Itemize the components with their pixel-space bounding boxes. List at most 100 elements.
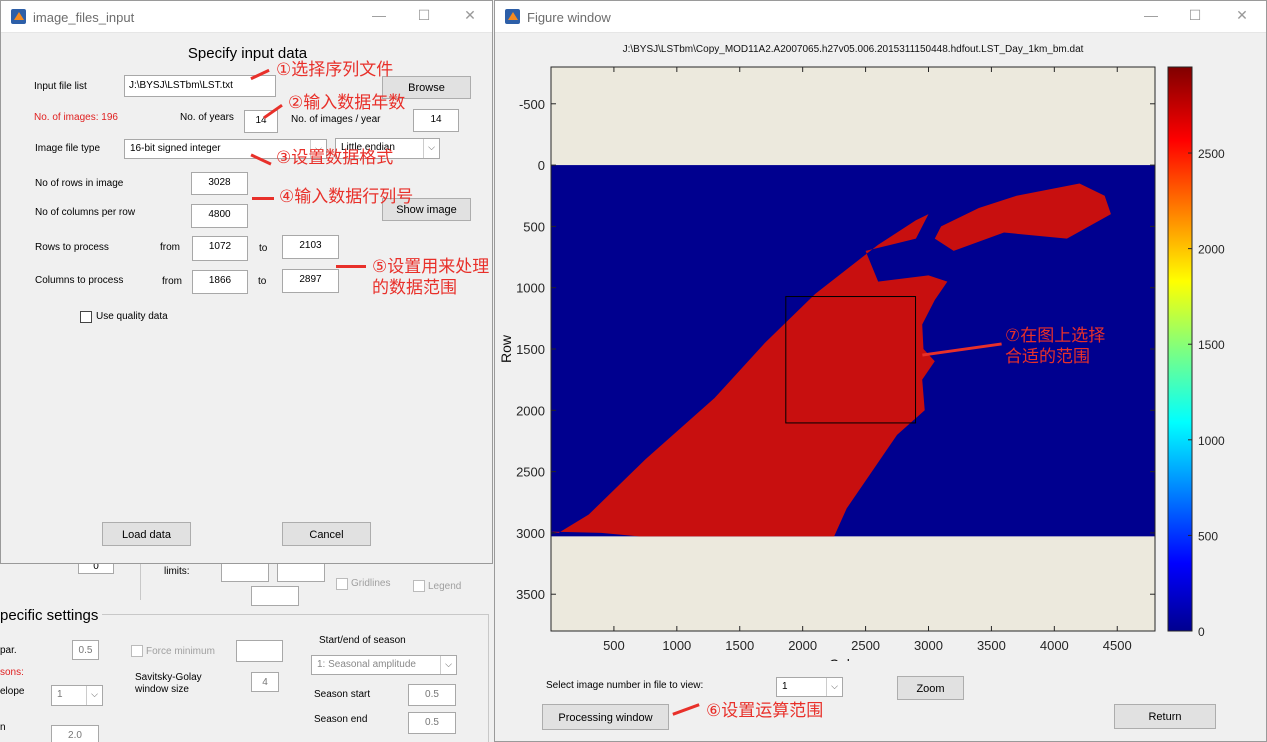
limits-label: limits: [164,566,190,577]
chevron-down-icon: ⌵ [423,139,439,158]
annotation-5-line2: 的数据范围 [372,278,457,298]
n-input[interactable]: 2.0 [51,725,99,742]
par-label: par. [0,645,17,656]
heatmap-chart[interactable]: 500 1000 1500 2000 2500 3000 3500 4000 4500 -500 0… [495,1,1267,661]
sg-input[interactable]: 4 [251,672,279,692]
cancel-button[interactable]: Cancel [282,522,371,546]
y-tick-label: 2500 [516,465,545,480]
y-tick-label: 0 [538,158,545,173]
specific-settings-heading: pecific settings [0,607,103,624]
season-end-label: Season end [314,714,368,725]
file-type-label: Image file type [35,143,101,154]
annotation-5-line1: ⑤设置用来处理 [372,257,490,277]
cols-from-label: from [162,276,182,287]
season-start-input[interactable]: 0.5 [408,684,456,706]
return-button[interactable]: Return [1114,704,1216,729]
colorbar-tick-label: 0 [1198,625,1205,639]
input-file-list-label: Input file list [34,81,87,92]
rows-label: No of rows in image [35,178,124,189]
colorbar-tick-label: 2000 [1198,243,1225,257]
gridlines-label: Gridlines [351,578,391,589]
annotation-7-line2: 合适的范围 [1005,347,1090,367]
chevron-down-icon: ⌵ [826,678,842,696]
colorbar-tick-label: 1000 [1198,434,1225,448]
y-tick-label: 2000 [516,403,545,418]
annotation-7-line1: ⑦在图上选择 [1005,326,1106,346]
cols-to-input[interactable]: 2897 [282,269,339,293]
rows-to-label: to [259,243,268,254]
x-tick-label: 2500 [851,638,880,653]
n-label: n [0,722,6,733]
seasonal-dropdown[interactable]: 1: Seasonal amplitude ⌵ [311,655,457,675]
y-tick-label: 500 [523,219,545,234]
figure-window: Figure window — ☐ ✕ J:\BYSJ\LSTbm\Copy_M… [494,0,1267,742]
limits-input-2[interactable] [277,562,325,582]
par-input[interactable]: 0.5 [72,640,99,660]
y-tick-label: -500 [519,97,545,112]
y-tick-label: 3500 [516,587,545,602]
select-image-label: Select image number in file to view: [546,680,704,691]
background-settings-panel: 0 limits: Gridlines Legend pecific setti… [0,540,493,742]
elope-dropdown[interactable]: 1 ⌵ [51,685,103,706]
use-quality-checkbox[interactable] [80,311,92,323]
x-tick-label: 1500 [725,638,754,653]
maximize-icon[interactable]: ☐ [414,7,434,24]
force-min-label: Force minimum [146,646,215,657]
y-tick-label: 3000 [516,526,545,541]
x-tick-label: 2000 [788,638,817,653]
rows-to-input[interactable]: 2103 [282,235,339,259]
force-min-input[interactable] [236,640,283,662]
num-years-input[interactable]: 14 [244,110,278,133]
x-tick-label: 3500 [977,638,1006,653]
limits-input-1[interactable] [221,562,269,582]
x-tick-label: 1000 [662,638,691,653]
cols-from-input[interactable]: 1866 [192,270,248,294]
annotation-2: ②输入数据年数 [288,93,406,113]
annotation-6: ⑥设置运算范围 [706,701,824,721]
cols-input[interactable]: 4800 [191,204,248,228]
chevron-down-icon: ⌵ [86,686,102,705]
num-years-label: No. of years [180,112,234,123]
elope-label: elope [0,686,25,697]
legend-label: Legend [428,581,462,592]
images-per-year-input[interactable]: 14 [413,109,459,132]
annotation-arrow-4 [252,197,274,200]
processing-window-button[interactable]: Processing window [542,704,669,730]
use-quality-label: Use quality data [96,311,168,322]
start-end-label: Start/end of season [319,635,406,646]
limits-input-3[interactable] [251,586,299,606]
sons-label: sons: [0,667,24,678]
y-axis-label: Row [498,334,514,363]
image-number-dropdown[interactable]: 1 ⌵ [776,677,843,697]
minimize-icon[interactable]: — [369,7,389,23]
rows-from-input[interactable]: 1072 [192,236,248,261]
colorbar-tick-label: 1500 [1198,338,1225,352]
rows-process-label: Rows to process [35,242,109,253]
sg-label: Savitsky-Golay window size [135,672,202,695]
season-end-input[interactable]: 0.5 [408,712,456,734]
dialog-heading: Specify input data [187,45,308,62]
matlab-icon [11,9,26,24]
force-min-checkbox[interactable] [131,645,143,657]
annotation-3: ③设置数据格式 [276,148,394,168]
rows-input[interactable]: 3028 [191,172,248,195]
gridlines-checkbox[interactable] [336,578,348,590]
colorbar [1167,66,1193,632]
x-axis-label: Column [829,656,877,661]
images-per-year-label: No. of images / year [291,114,381,125]
colorbar-tick-label: 500 [1198,529,1218,543]
annotation-arrow-5 [336,265,366,268]
x-tick-label: 4000 [1040,638,1069,653]
load-data-button[interactable]: Load data [102,522,191,546]
num-images-text: No. of images: 196 [34,112,118,123]
chevron-down-icon: ⌵ [440,656,456,674]
legend-checkbox[interactable] [413,580,425,592]
zoom-button[interactable]: Zoom [897,676,964,700]
dialog-title: image_files_input [33,10,135,25]
y-tick-label: 1000 [516,281,545,296]
x-tick-label: 4500 [1103,638,1132,653]
close-icon[interactable]: ✕ [460,7,480,24]
season-start-label: Season start [314,689,371,700]
colorbar-tick-label: 2500 [1198,147,1225,161]
annotation-4: ④输入数据行列号 [279,187,414,207]
